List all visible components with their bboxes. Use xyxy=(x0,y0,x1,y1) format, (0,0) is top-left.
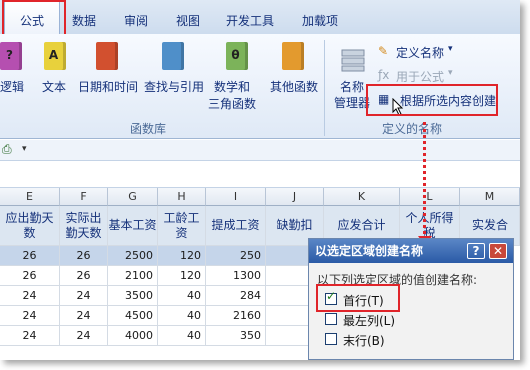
datetime-book-icon xyxy=(96,42,118,70)
left-column-checkbox[interactable] xyxy=(325,313,337,325)
text-book-icon: A xyxy=(44,42,66,70)
header-cell[interactable]: 实际出勤天数 xyxy=(60,206,108,246)
data-cell[interactable]: 4000 xyxy=(108,326,158,346)
tab-review[interactable]: 审阅 xyxy=(124,12,148,29)
data-cell[interactable]: 24 xyxy=(60,286,108,306)
tab-developer[interactable]: 开发工具 xyxy=(226,12,274,29)
data-cell[interactable]: 1300 xyxy=(206,266,266,286)
tab-view[interactable]: 视图 xyxy=(176,12,200,29)
bottom-row-label: 末行(B) xyxy=(343,334,385,348)
help-button[interactable]: ? xyxy=(467,243,485,259)
use-in-formula-icon: ƒx xyxy=(378,68,390,82)
data-cell[interactable]: 3500 xyxy=(108,286,158,306)
data-cell[interactable]: 40 xyxy=(158,306,206,326)
logic-label: 逻辑 xyxy=(0,80,25,94)
logic-book-icon: ? xyxy=(0,42,22,70)
header-cell[interactable]: 提成工资 xyxy=(206,206,266,246)
quick-access-toolbar: ⎙ ▾ xyxy=(0,140,520,161)
data-cell[interactable]: 40 xyxy=(158,286,206,306)
close-button[interactable]: ✕ xyxy=(489,243,507,259)
data-cell[interactable]: 24 xyxy=(60,306,108,326)
data-cell[interactable]: 120 xyxy=(158,266,206,286)
data-cell[interactable]: 4500 xyxy=(108,306,158,326)
data-cell[interactable]: 2500 xyxy=(108,246,158,266)
data-cell[interactable]: 120 xyxy=(158,246,206,266)
math-label-1: 数学和 xyxy=(214,80,251,94)
column-header-h[interactable]: H xyxy=(158,188,206,206)
data-cell[interactable]: 250 xyxy=(206,246,266,266)
annotation-arrow xyxy=(423,122,426,240)
data-cell[interactable]: 40 xyxy=(158,326,206,346)
column-header-e[interactable]: E xyxy=(0,188,60,206)
ribbon-tab-bar: 公式 数据 审阅 视图 开发工具 加载项 xyxy=(0,0,520,34)
data-cell[interactable]: 24 xyxy=(0,326,60,346)
function-library-group-title: 函数库 xyxy=(130,122,167,136)
formula-bar[interactable] xyxy=(0,161,520,188)
ribbon-separator xyxy=(324,40,325,136)
bottom-row-checkbox[interactable] xyxy=(325,333,337,345)
data-cell[interactable]: 24 xyxy=(0,286,60,306)
data-cell[interactable]: 24 xyxy=(60,326,108,346)
data-cell[interactable]: 26 xyxy=(0,246,60,266)
data-cell[interactable]: 26 xyxy=(60,246,108,266)
header-cell[interactable]: 基本工资 xyxy=(108,206,158,246)
column-header-f[interactable]: F xyxy=(60,188,108,206)
column-header-j[interactable]: J xyxy=(266,188,324,206)
chevron-down-icon: ▾ xyxy=(448,44,453,54)
column-header-l[interactable]: L xyxy=(400,188,460,206)
name-manager-icon xyxy=(341,49,365,72)
math-book-icon: θ xyxy=(226,42,248,70)
name-manager-label-1: 名称 xyxy=(340,80,365,94)
lookup-label: 查找与引用 xyxy=(144,80,205,94)
excel-window: 公式 数据 审阅 视图 开发工具 加载项 ? 逻辑 A 文本 日期和时间 查找与… xyxy=(0,0,520,360)
column-header-i[interactable]: I xyxy=(206,188,266,206)
column-header-g[interactable]: G xyxy=(108,188,158,206)
data-cell[interactable]: 350 xyxy=(206,326,266,346)
tab-data[interactable]: 数据 xyxy=(72,12,96,29)
data-cell[interactable]: 26 xyxy=(60,266,108,286)
data-cell[interactable]: 2100 xyxy=(108,266,158,286)
data-cell[interactable]: 2160 xyxy=(206,306,266,326)
data-cell[interactable]: 24 xyxy=(0,306,60,326)
column-header-k[interactable]: K xyxy=(324,188,400,206)
tab-addins[interactable]: 加载项 xyxy=(302,12,338,29)
text-label: 文本 xyxy=(42,80,67,94)
define-name-label: 定义名称 xyxy=(396,46,445,60)
header-cell[interactable]: 工龄工资 xyxy=(158,206,206,246)
print-icon[interactable]: ⎙ xyxy=(2,142,12,157)
define-name-icon: ✎ xyxy=(378,44,389,58)
datetime-label: 日期和时间 xyxy=(78,80,139,94)
header-cell[interactable]: 应出勤天数 xyxy=(0,206,60,246)
math-label-2: 三角函数 xyxy=(208,97,257,111)
more-functions-label: 其他函数 xyxy=(270,80,319,94)
name-manager-label-2: 管理器 xyxy=(334,96,371,110)
column-header-m[interactable]: M xyxy=(460,188,520,206)
highlight-top-row-option xyxy=(316,284,400,312)
left-column-label: 最左列(L) xyxy=(343,314,396,328)
defined-names-group-title: 定义的名称 xyxy=(382,122,443,136)
use-in-formula-label: 用于公式 xyxy=(396,70,445,84)
more-functions-book-icon xyxy=(282,42,304,70)
lookup-book-icon xyxy=(162,42,184,70)
highlight-create-from-selection xyxy=(366,84,498,116)
customize-toolbar-icon[interactable]: ▾ xyxy=(22,144,27,154)
chevron-down-icon: ▾ xyxy=(448,68,453,78)
data-cell[interactable]: 26 xyxy=(0,266,60,286)
data-cell[interactable]: 284 xyxy=(206,286,266,306)
